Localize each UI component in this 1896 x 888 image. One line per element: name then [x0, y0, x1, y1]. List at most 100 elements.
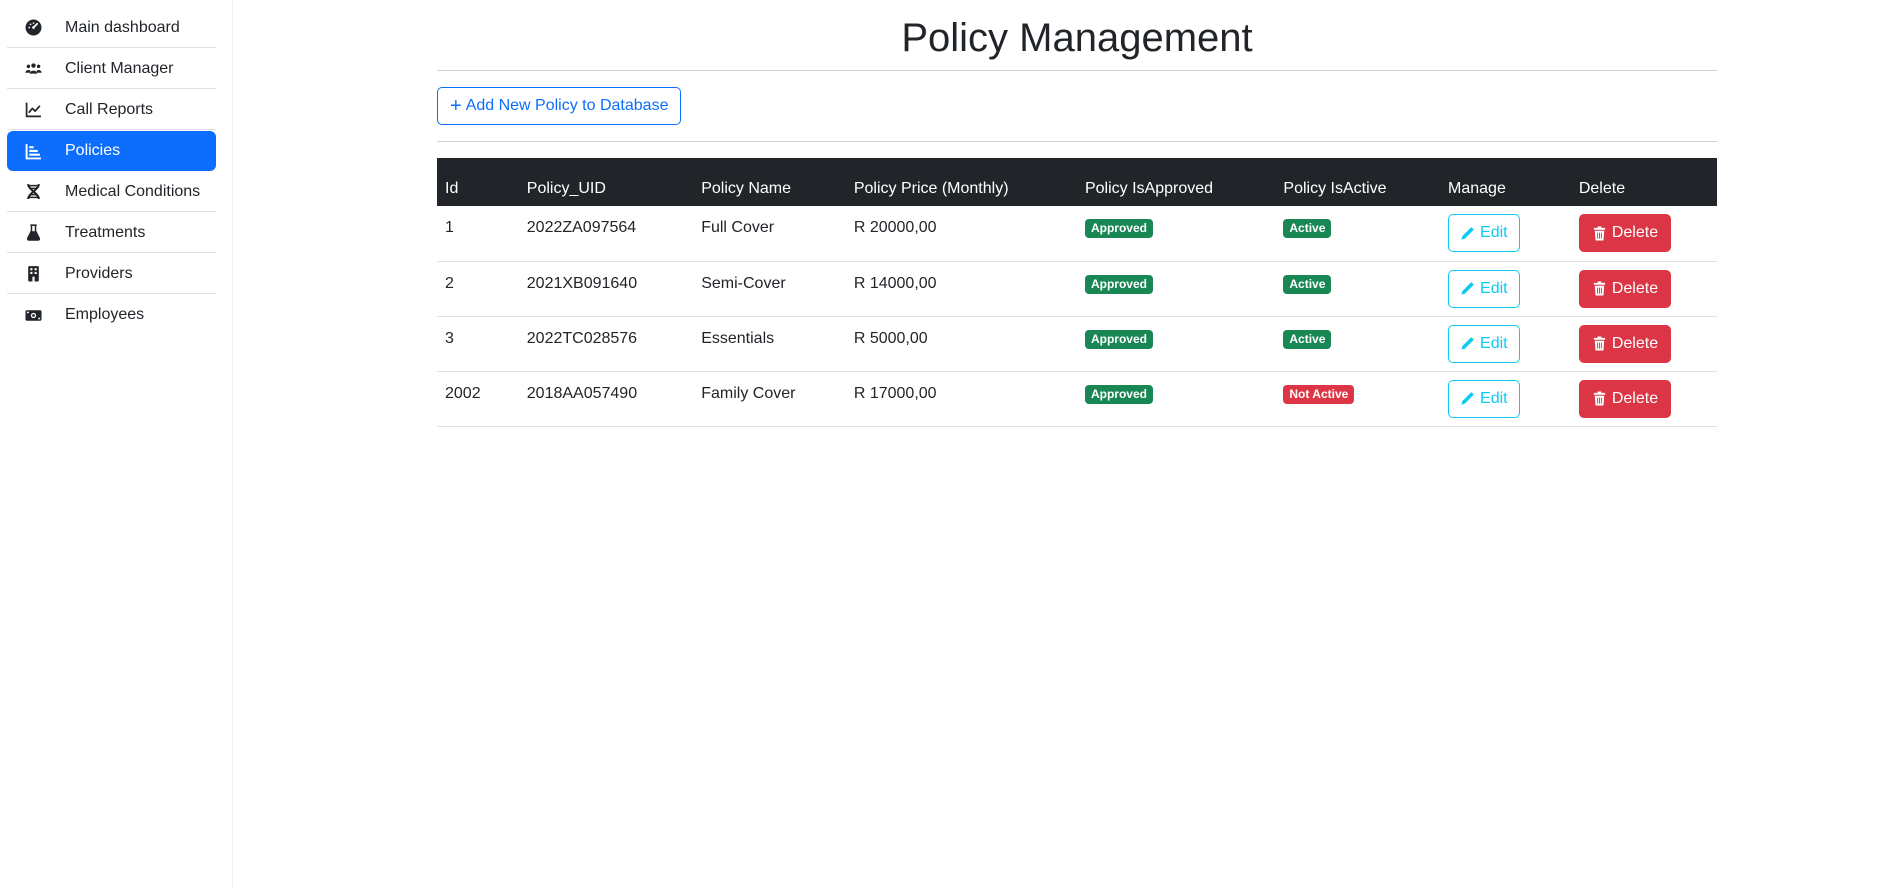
column-header: Manage: [1440, 158, 1571, 206]
cell-policy-price: R 14000,00: [845, 261, 1077, 317]
sidebar-item-main-dashboard[interactable]: Main dashboard: [7, 8, 216, 48]
cell-approved: Approved: [1076, 371, 1276, 427]
cell-policy-name: Essentials: [693, 316, 846, 372]
approved-badge: Approved: [1084, 274, 1153, 294]
edit-label: Edit: [1480, 224, 1508, 241]
cell-policy-name: Semi-Cover: [693, 261, 846, 317]
sidebar: Main dashboard Client Manager Call Reports…: [0, 0, 233, 888]
policy-table: Id Policy_UID Policy Name Policy Price (Mon…: [437, 158, 1717, 427]
cell-active: Not Active: [1275, 371, 1441, 427]
table-row: 3 2022TC028576 Essentials R 5000,00 Approved…: [437, 316, 1717, 372]
cell-manage: Edit: [1440, 261, 1571, 317]
pencil-icon: [1460, 226, 1480, 241]
cell-id: 1: [437, 206, 519, 262]
cell-active: Active: [1275, 206, 1441, 262]
sidebar-item-client-manager[interactable]: Client Manager: [7, 49, 216, 89]
column-header: Id: [437, 158, 519, 206]
delete-label: Delete: [1611, 224, 1659, 241]
sidebar-item-label: Providers: [65, 264, 133, 282]
sidebar-item-label: Main dashboard: [65, 18, 180, 36]
pencil-icon: [1460, 336, 1480, 351]
column-header: Policy Price (Monthly): [845, 158, 1077, 206]
column-header: Policy IsApproved: [1076, 158, 1276, 206]
delete-button[interactable]: Delete: [1578, 379, 1672, 418]
active-status-badge: Active: [1283, 274, 1332, 294]
edit-label: Edit: [1480, 334, 1508, 352]
table-header-row: Id Policy_UID Policy Name Policy Price (Mon…: [437, 158, 1717, 206]
cell-approved: Approved: [1076, 206, 1276, 262]
delete-label: Delete: [1611, 389, 1659, 407]
edit-label: Edit: [1480, 279, 1508, 297]
edit-button[interactable]: Edit: [1448, 379, 1520, 418]
active-status-badge: Active: [1283, 219, 1332, 239]
users-icon: [23, 59, 43, 79]
edit-button[interactable]: Edit: [1448, 269, 1520, 308]
cell-policy-name: Family Cover: [693, 371, 846, 427]
cell-delete: Delete: [1570, 261, 1717, 317]
cell-approved: Approved: [1076, 316, 1276, 372]
cell-policy-uid: 2018AA057490: [518, 371, 694, 427]
table-row: 2002 2018AA057490 Family Cover R 17000,00 Ap…: [437, 371, 1717, 427]
edit-button[interactable]: Edit: [1448, 324, 1520, 363]
money-bill-icon: [23, 305, 43, 325]
cell-policy-name: Full Cover: [693, 206, 846, 262]
dna-icon: [23, 182, 43, 202]
sidebar-item-policies[interactable]: Policies: [7, 131, 216, 171]
delete-button[interactable]: Delete: [1578, 324, 1672, 363]
cell-policy-price: R 20000,00: [845, 206, 1077, 262]
cell-id: 3: [437, 316, 519, 372]
table-row: 2 2021XB091640 Semi-Cover R 14000,00 Approve…: [437, 261, 1717, 317]
gauge-icon: [23, 18, 43, 38]
table-row: 1 2022ZA097564 Full Cover R 20000,00 Approve…: [437, 206, 1717, 262]
active-status-badge: Not Active: [1283, 384, 1355, 404]
cell-manage: Edit: [1440, 206, 1571, 262]
add-policy-button[interactable]: + Add New Policy to Database: [437, 87, 682, 125]
sidebar-item-label: Treatments: [65, 223, 146, 241]
table-body: 1 2022ZA097564 Full Cover R 20000,00 Approve…: [437, 206, 1717, 427]
cell-active: Active: [1275, 316, 1441, 372]
sidebar-item-label: Medical Conditions: [65, 182, 201, 200]
trash-icon: [1592, 225, 1612, 241]
cell-delete: Delete: [1570, 316, 1717, 372]
line-chart-icon: [23, 100, 43, 120]
cell-policy-price: R 5000,00: [845, 316, 1077, 372]
sidebar-item-providers[interactable]: Providers: [7, 254, 216, 294]
trash-icon: [1592, 391, 1612, 406]
sidebar-item-employees[interactable]: Employees: [7, 295, 216, 335]
sidebar-item-label: Client Manager: [65, 59, 174, 77]
delete-label: Delete: [1611, 334, 1659, 352]
approved-badge: Approved: [1084, 384, 1153, 404]
cell-approved: Approved: [1076, 261, 1276, 317]
sidebar-item-medical-conditions[interactable]: Medical Conditions: [7, 172, 216, 212]
sidebar-item-call-reports[interactable]: Call Reports: [7, 90, 216, 130]
column-header: Policy Name: [693, 158, 846, 206]
column-header: Policy_UID: [518, 158, 694, 206]
cell-manage: Edit: [1440, 316, 1571, 372]
sidebar-item-label: Policies: [65, 142, 121, 159]
column-header: Policy IsActive: [1275, 158, 1441, 206]
approved-badge: Approved: [1084, 219, 1153, 239]
delete-label: Delete: [1611, 279, 1659, 297]
delete-button[interactable]: Delete: [1578, 269, 1672, 308]
cell-id: 2: [437, 261, 519, 317]
bar-list-icon: [23, 141, 43, 161]
cell-id: 2002: [437, 371, 519, 427]
cell-policy-uid: 2022TC028576: [518, 316, 694, 372]
sidebar-item-label: Employees: [65, 306, 145, 323]
column-header: Delete: [1570, 158, 1717, 206]
active-status-badge: Active: [1283, 329, 1332, 349]
sidebar-item-treatments[interactable]: Treatments: [7, 213, 216, 253]
cell-manage: Edit: [1440, 371, 1571, 427]
trash-icon: [1592, 336, 1612, 351]
page-title: Policy Management: [901, 16, 1253, 60]
divider: [437, 141, 1717, 142]
sidebar-nav: Main dashboard Client Manager Call Reports…: [0, 0, 232, 335]
flask-icon: [23, 223, 43, 243]
cell-policy-uid: 2021XB091640: [518, 261, 694, 317]
delete-button[interactable]: Delete: [1578, 214, 1672, 252]
edit-button[interactable]: Edit: [1448, 214, 1520, 252]
edit-label: Edit: [1480, 389, 1508, 407]
cell-policy-price: R 17000,00: [845, 371, 1077, 427]
cell-delete: Delete: [1570, 371, 1717, 427]
approved-badge: Approved: [1084, 329, 1153, 349]
